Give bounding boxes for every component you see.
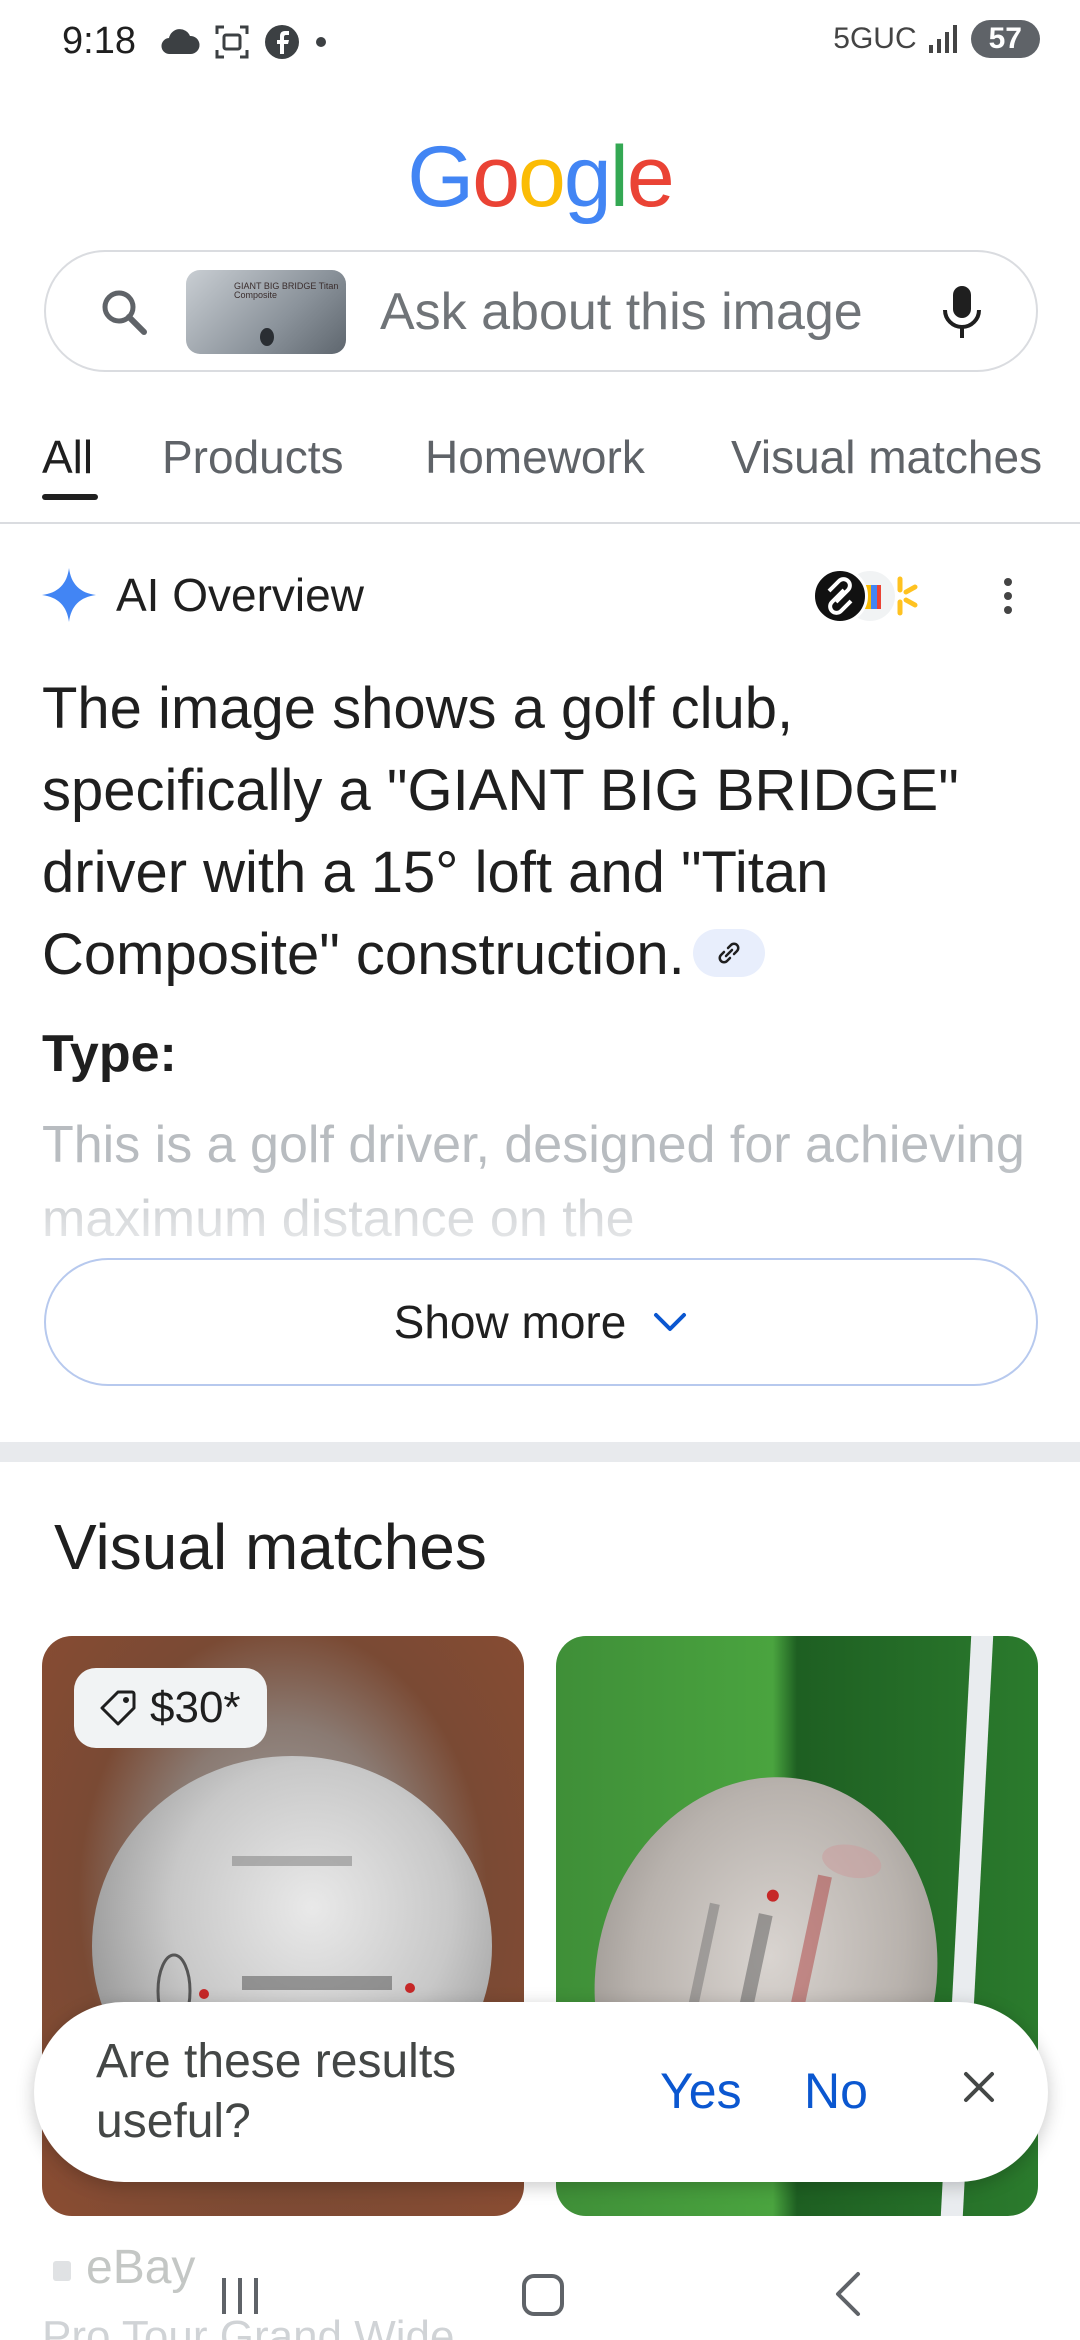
status-right: 5GUC 57: [833, 20, 1040, 58]
chevron-down-icon: [654, 1313, 687, 1331]
back-icon[interactable]: [830, 2270, 864, 2318]
logo-letter: G: [407, 129, 474, 225]
visual-matches-title: Visual matches: [54, 1511, 487, 1583]
system-nav-bar: [0, 2214, 1080, 2340]
tab-products[interactable]: Products: [162, 430, 344, 484]
squarespace-icon: [812, 568, 868, 624]
cloud-icon: [161, 29, 200, 55]
facebook-icon: [265, 25, 299, 59]
thumbnail-detail: [260, 328, 274, 346]
search-tabs: All Products Homework Visual matches: [0, 420, 1080, 524]
ai-sparkle-icon: [42, 568, 96, 622]
mic-icon[interactable]: [940, 284, 984, 340]
type-heading: Type:: [42, 1025, 177, 1083]
logo-letter: e: [626, 129, 675, 225]
status-bar: 9:18 5GUC 57: [0, 0, 1080, 86]
price-text: $30*: [150, 1683, 241, 1732]
more-options-icon[interactable]: [1002, 576, 1014, 616]
network-label: 5GUC: [833, 22, 917, 55]
close-icon[interactable]: [956, 2064, 1002, 2110]
query-image-thumbnail[interactable]: GIANT BIG BRIDGE Titan Composite: [186, 270, 346, 354]
thumbnail-text: GIANT BIG BRIDGE Titan Composite: [234, 281, 339, 300]
link-icon: [718, 942, 740, 964]
feedback-no-button[interactable]: No: [804, 2062, 868, 2120]
price-badge: $30*: [74, 1668, 267, 1748]
google-logo: Google: [0, 128, 1080, 227]
tab-homework[interactable]: Homework: [425, 430, 645, 484]
logo-letter: o: [472, 129, 520, 225]
logo-letter: l: [609, 129, 629, 225]
show-more-button[interactable]: Show more: [44, 1258, 1038, 1386]
logo-letter: o: [518, 129, 566, 225]
status-time: 9:18: [62, 20, 136, 62]
search-input[interactable]: Ask about this image: [380, 282, 863, 342]
ai-summary-text: The image shows a golf club, specificall…: [42, 676, 959, 987]
section-divider: [0, 1442, 1080, 1462]
search-icon[interactable]: [98, 286, 150, 338]
logo-letter: g: [563, 129, 612, 225]
ai-overview-summary: The image shows a golf club, specificall…: [42, 668, 1042, 996]
active-tab-indicator: [42, 494, 98, 500]
feedback-popup: Are these results useful? Yes No: [34, 2002, 1048, 2182]
show-more-label: Show more: [393, 1296, 627, 1348]
tab-visual-matches[interactable]: Visual matches: [731, 430, 1042, 484]
ai-overview-title: AI Overview: [116, 569, 364, 621]
feedback-yes-button[interactable]: Yes: [660, 2062, 742, 2120]
ai-overview-header: AI Overview: [42, 566, 1042, 636]
home-button[interactable]: [522, 2274, 564, 2316]
search-bar[interactable]: GIANT BIG BRIDGE Titan Composite Ask abo…: [44, 250, 1038, 372]
feedback-question: Are these results useful?: [96, 2035, 457, 2148]
battery-indicator: 57: [970, 20, 1040, 58]
tab-all[interactable]: All: [42, 430, 93, 484]
tag-icon: [100, 1690, 136, 1726]
recent-apps-icon[interactable]: [218, 2276, 262, 2316]
screenshot-icon: [215, 25, 249, 59]
status-icons-left: [160, 24, 328, 60]
signal-icon: [928, 25, 957, 53]
source-link-chip[interactable]: [692, 928, 765, 977]
ai-source-logos[interactable]: [812, 568, 942, 624]
dot-icon: [316, 37, 326, 47]
